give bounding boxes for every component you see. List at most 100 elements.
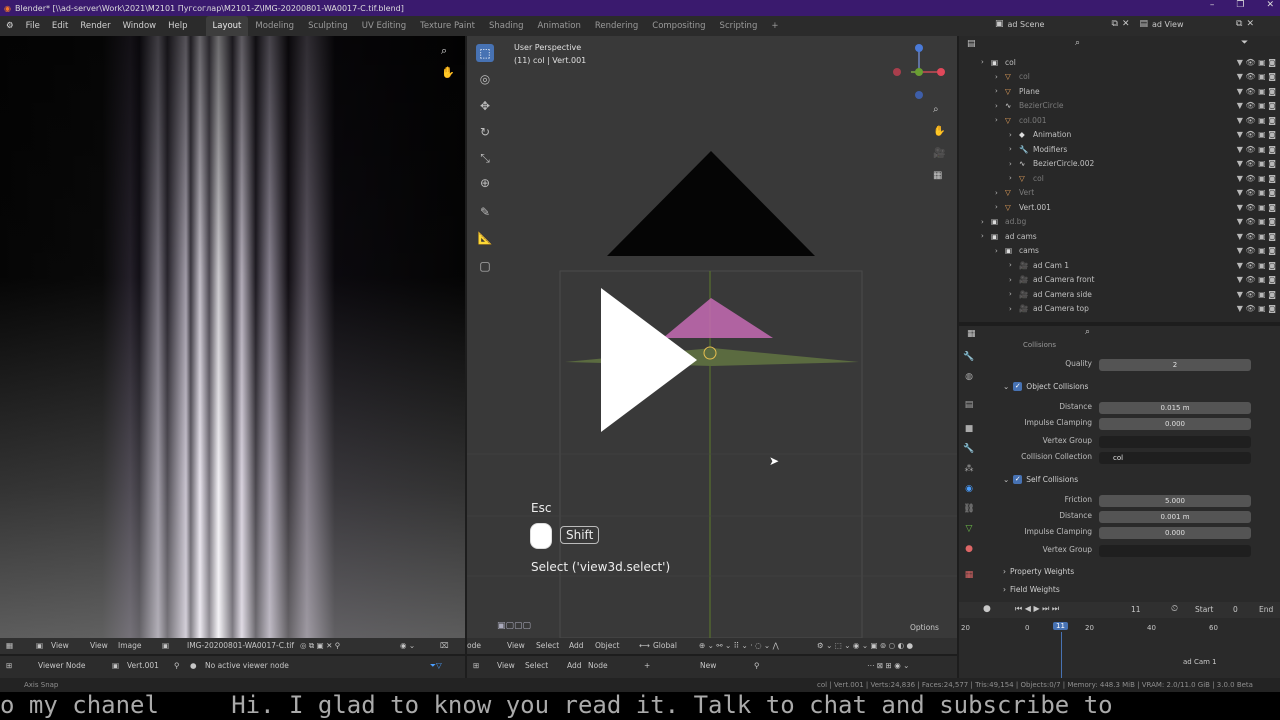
- chevron-icon[interactable]: ›: [1009, 160, 1019, 168]
- minimize-button[interactable]: –: [1210, 0, 1215, 10]
- chevron-icon[interactable]: ›: [995, 189, 1005, 197]
- visibility-toggles[interactable]: ▼ 👁 ▣ ◙: [1237, 261, 1276, 270]
- visibility-toggles[interactable]: ▼ 👁 ▣ ◙: [1237, 217, 1276, 226]
- options-button[interactable]: Options: [910, 623, 939, 632]
- outliner-item[interactable]: › ▽ col ▼ 👁 ▣ ◙: [959, 171, 1280, 185]
- filter-icon[interactable]: ⏷▽: [430, 661, 442, 671]
- image-name-field[interactable]: IMG-20200801-WA0017-C.tif: [187, 641, 294, 650]
- quality-field[interactable]: 2: [1099, 359, 1251, 371]
- new-view-layer-icon[interactable]: ⧉: [1236, 19, 1242, 29]
- visibility-toggles[interactable]: ▼ 👁 ▣ ◙: [1237, 58, 1276, 67]
- sc-impulse-field[interactable]: 0.000: [1099, 527, 1251, 539]
- chevron-icon[interactable]: ›: [981, 218, 991, 226]
- outliner-item[interactable]: › 🎥 ad Camera front ▼ 👁 ▣ ◙: [959, 273, 1280, 287]
- outliner-item[interactable]: › 🎥 ad Camera side ▼ 👁 ▣ ◙: [959, 287, 1280, 301]
- properties-search-icon[interactable]: ⌕: [1085, 327, 1090, 337]
- snap-icons[interactable]: ⋯ ⊠ ⊞ ◉ ⌄: [867, 661, 909, 670]
- display-channel-icon[interactable]: ⌧: [440, 641, 449, 650]
- menu-help[interactable]: Help: [162, 21, 193, 31]
- record-icon[interactable]: ●: [983, 604, 991, 614]
- object-collisions-checkbox[interactable]: ✓: [1013, 382, 1023, 391]
- image-menu-view2[interactable]: View: [90, 641, 108, 650]
- tab-uv-editing[interactable]: UV Editing: [355, 16, 413, 36]
- oc-impulse-field[interactable]: 0.000: [1099, 418, 1251, 430]
- chevron-icon[interactable]: ›: [995, 73, 1005, 81]
- se-menu-select[interactable]: Select: [525, 661, 548, 670]
- view-layer-name[interactable]: ad View: [1152, 20, 1232, 29]
- outliner-item[interactable]: › ▣ ad cams ▼ 👁 ▣ ◙: [959, 229, 1280, 243]
- outliner-item[interactable]: › ▽ Plane ▼ 👁 ▣ ◙: [959, 84, 1280, 98]
- outliner-item[interactable]: › ▽ col.001 ▼ 👁 ▣ ◙: [959, 113, 1280, 127]
- image-tool-icons[interactable]: ◎ ⧉ ▣ ✕ ⚲: [300, 641, 340, 651]
- overlay-icon[interactable]: ◉ ⌄: [400, 641, 415, 650]
- chevron-icon[interactable]: ›: [995, 102, 1005, 110]
- sc-friction-field[interactable]: 5.000: [1099, 495, 1251, 507]
- vp-menu-add[interactable]: Add: [569, 641, 584, 650]
- render-tab-icon[interactable]: ◍: [963, 372, 975, 384]
- new-button[interactable]: New: [700, 661, 716, 670]
- tab-shading[interactable]: Shading: [482, 16, 531, 36]
- vp-menu-select[interactable]: Select: [536, 641, 559, 650]
- viewer-node-label[interactable]: Viewer Node: [38, 661, 85, 670]
- se-menu-view[interactable]: View: [497, 661, 515, 670]
- add-workspace-button[interactable]: +: [764, 16, 785, 36]
- current-frame-field[interactable]: 11: [1131, 605, 1141, 614]
- transform-orientation[interactable]: Global: [653, 641, 677, 650]
- delete-scene-icon[interactable]: ✕: [1122, 19, 1130, 29]
- sc-vertex-group-field[interactable]: [1099, 545, 1251, 557]
- pan-hand-icon[interactable]: ✋: [441, 66, 455, 79]
- delete-view-layer-icon[interactable]: ✕: [1246, 19, 1254, 29]
- menu-window[interactable]: Window: [117, 21, 163, 31]
- oc-vertex-group-field[interactable]: [1099, 436, 1251, 448]
- self-collisions-header[interactable]: ⌄ ✓ Self Collisions: [1003, 475, 1078, 484]
- image-menu-view[interactable]: View: [51, 641, 69, 650]
- texture-tab-icon[interactable]: ▦: [963, 570, 975, 582]
- oc-distance-field[interactable]: 0.015 m: [1099, 402, 1251, 414]
- playhead[interactable]: 11: [1053, 622, 1068, 630]
- properties-editor-icon[interactable]: ▦: [967, 329, 976, 339]
- snap-pivot-icons[interactable]: ⊕ ⌄ ⚯ ⌄ ⠿ ⌄ · ◌ ⌄ ⋀: [699, 641, 779, 650]
- zoom-icon[interactable]: ⌕: [441, 44, 447, 58]
- menu-file[interactable]: File: [20, 21, 46, 31]
- tab-layout[interactable]: Layout: [205, 16, 249, 36]
- visibility-toggles[interactable]: ▼ 👁 ▣ ◙: [1237, 246, 1276, 255]
- field-weights-header[interactable]: › Field Weights: [1003, 585, 1060, 594]
- menu-edit[interactable]: Edit: [46, 21, 74, 31]
- sc-distance-field[interactable]: 0.001 m: [1099, 511, 1251, 523]
- chevron-icon[interactable]: ›: [1009, 305, 1019, 313]
- outliner-item[interactable]: › ▣ col ▼ 👁 ▣ ◙: [959, 55, 1280, 69]
- collision-collection-field[interactable]: col: [1099, 452, 1251, 464]
- visibility-toggles[interactable]: ▼ 👁 ▣ ◙: [1237, 101, 1276, 110]
- shading-icons[interactable]: ⚙ ⌄ ⬚ ⌄ ◉ ⌄ ▣ ⊚ ○ ◐ ●: [817, 641, 913, 650]
- outliner-item[interactable]: › ▽ Vert ▼ 👁 ▣ ◙: [959, 186, 1280, 200]
- outliner-item[interactable]: › 🎥 ad Camera top ▼ 👁 ▣ ◙: [959, 302, 1280, 316]
- vp-menu-object[interactable]: Object: [595, 641, 619, 650]
- tab-modeling[interactable]: Modeling: [248, 16, 301, 36]
- image-menu-image[interactable]: Image: [118, 641, 142, 650]
- visibility-toggles[interactable]: ▼ 👁 ▣ ◙: [1237, 116, 1276, 125]
- new-scene-icon[interactable]: ⧉: [1112, 19, 1118, 29]
- tab-rendering[interactable]: Rendering: [588, 16, 645, 36]
- chevron-icon[interactable]: ›: [995, 247, 1005, 255]
- tab-texture-paint[interactable]: Texture Paint: [413, 16, 482, 36]
- editor-type-icon[interactable]: ⊞: [473, 661, 479, 670]
- pin-icon[interactable]: ⚲: [174, 661, 180, 670]
- outliner-item[interactable]: › ◆ Animation ▼ 👁 ▣ ◙: [959, 128, 1280, 142]
- outliner-editor-icon[interactable]: ▤: [967, 39, 976, 49]
- pin-icon[interactable]: ⚲: [754, 661, 760, 670]
- editor-type-icon[interactable]: ▦: [6, 641, 13, 650]
- tab-animation[interactable]: Animation: [531, 16, 588, 36]
- outliner[interactable]: ▤ ⌕ ⏷ › ▣ col ▼ 👁 ▣ ◙ › ▽ col ▼ 👁 ▣ ◙ › ▽ Plane ▼ 👁…: [959, 36, 1280, 322]
- outliner-item[interactable]: › ▽ col ▼ 👁 ▣ ◙: [959, 70, 1280, 84]
- visibility-toggles[interactable]: ▼ 👁 ▣ ◙: [1237, 304, 1276, 313]
- filter-icon[interactable]: ⏷: [1241, 38, 1248, 48]
- chevron-icon[interactable]: ›: [1009, 276, 1019, 284]
- se-menu-add[interactable]: Add: [567, 661, 582, 670]
- outliner-item[interactable]: › ∿ BezierCircle.002 ▼ 👁 ▣ ◙: [959, 157, 1280, 171]
- chevron-icon[interactable]: ›: [1009, 174, 1019, 182]
- visibility-toggles[interactable]: ▼ 👁 ▣ ◙: [1237, 159, 1276, 168]
- visibility-toggles[interactable]: ▼ 👁 ▣ ◙: [1237, 203, 1276, 212]
- outliner-item[interactable]: › ▽ Vert.001 ▼ 👁 ▣ ◙: [959, 200, 1280, 214]
- scene-name[interactable]: ad Scene: [1008, 20, 1108, 29]
- tab-scripting[interactable]: Scripting: [713, 16, 765, 36]
